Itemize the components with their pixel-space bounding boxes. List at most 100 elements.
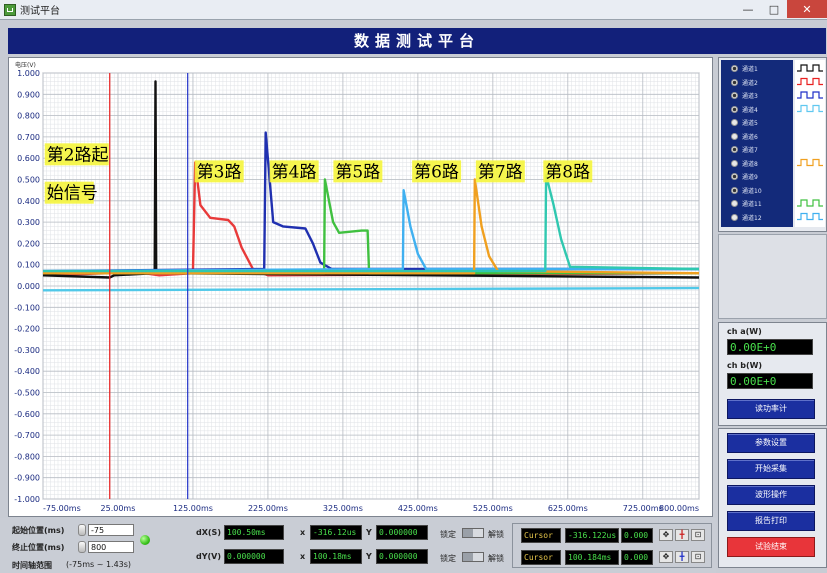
legend-item[interactable]: 通道6 [721,130,793,144]
time-range-value: (-75ms ~ 1.43s) [66,560,132,569]
ch-b-label: ch b(W) [727,361,763,370]
close-button[interactable]: ✕ [787,0,827,18]
report-print-button[interactable]: 报告打印 [727,511,815,531]
start-position-stepper[interactable] [78,524,86,536]
x2-display: 100.18ms [310,549,362,564]
y-tick-label: -0.100 [14,303,40,312]
minimize-button[interactable]: — [735,0,761,18]
channel-radio[interactable] [731,146,738,154]
waveform-ops-button[interactable]: 波形操作 [727,485,815,505]
y-tick-label: 0.400 [17,197,40,206]
lock-toggle-2[interactable] [462,552,484,562]
legend-label: 通道11 [742,201,762,209]
legend-wave-swatch [797,212,823,221]
x2-label: x [300,552,306,561]
channel-radio[interactable] [731,78,738,86]
power-meter-panel: ch a(W) 0.00E+0 ch b(W) 0.00E+0 读功率计 [718,322,827,426]
unlock-label-2: 解锁 [488,554,504,563]
legend-item[interactable]: 通道12 [721,211,793,225]
bottom-control-panel: 起始位置(ms) -75 终止位置(ms) 800 时间轴范围 (-75ms ~… [0,518,716,573]
legend-label: 通道4 [742,106,758,114]
legend-label: 通道10 [742,187,762,195]
lock-label-1: 锁定 [440,530,456,539]
channel-radio[interactable] [731,213,738,221]
chart-grid-major [42,72,700,500]
y-tick-label: -0.300 [14,346,40,355]
page-title: 数据测试平台 [8,28,826,54]
y-tick-label: 0.900 [17,90,40,99]
y-tick-label: 0.000 [17,282,40,291]
y-tick-label: -0.400 [14,367,40,376]
channel-radio[interactable] [731,132,738,140]
cursor-1-lock-icon[interactable]: ⊡ [691,529,705,541]
legend-label: 通道9 [742,174,758,182]
start-acquisition-button[interactable]: 开始采集 [727,459,815,479]
channel-radio[interactable] [731,200,738,208]
x-tick-label: -75.00ms [43,504,81,513]
cursor-legend: Cursor -316.122us 0.000 ✥ ╋ ⊡ Cursor 100… [512,523,712,568]
ch-b-display: 0.00E+0 [727,373,813,389]
lock-toggle-1[interactable] [462,528,484,538]
y-tick-label: 1.000 [17,69,40,78]
dy-display: 0.000000 [224,549,284,564]
chart-y-ticks: 1.000 0.900 0.800 0.700 0.600 0.500 0.400 0.300… [14,69,40,504]
annotation-label: 第8路 [545,162,590,182]
legend-label: 通道12 [742,214,762,222]
channel-radio[interactable] [731,186,738,194]
legend-item[interactable]: 通道4 [721,103,793,117]
legend-item[interactable]: 通道7 [721,143,793,157]
dy-label: dY(V) [196,552,222,561]
legend-item[interactable]: 通道1 [721,62,793,76]
x1-label: x [300,528,306,537]
legend-label: 通道3 [742,93,758,101]
channel-radio[interactable] [731,173,738,181]
maximize-button[interactable]: □ [761,0,787,18]
legend-label: 通道1 [742,66,758,74]
legend-wave-swatch [797,104,823,113]
waveform-chart-panel[interactable]: 1.000 0.900 0.800 0.700 0.600 0.500 0.400 0.300… [8,57,713,517]
y-tick-label: -0.600 [14,410,40,419]
cursor-1-move-icon[interactable]: ✥ [659,529,673,541]
channel-radio[interactable] [731,105,738,113]
read-power-meter-button[interactable]: 读功率计 [727,399,815,419]
legend-item[interactable]: 通道3 [721,89,793,103]
channel-radio[interactable] [731,119,738,127]
x-tick-label: 325.00ms [323,504,363,513]
params-button[interactable]: 参数设置 [727,433,815,453]
legend-item[interactable]: 通道8 [721,157,793,171]
annotation-label: 第2路起 [47,145,109,165]
end-position-stepper[interactable] [78,541,86,553]
legend-label: 通道8 [742,160,758,168]
ch-a-display: 0.00E+0 [727,339,813,355]
cursor-2-crosshair-icon[interactable]: ╋ [675,551,689,563]
channel-radio[interactable] [731,159,738,167]
end-position-input[interactable]: 800 [88,541,134,553]
start-position-input[interactable]: -75 [88,524,134,536]
y-tick-label: -0.700 [14,431,40,440]
unlock-label-1: 解锁 [488,530,504,539]
annotation-label: 第7路 [478,162,523,182]
y1-label: Y [366,528,372,537]
waveform-chart[interactable]: 1.000 0.900 0.800 0.700 0.600 0.500 0.400 0.300… [9,58,712,516]
annotation-label: 始信号 [47,184,98,204]
annotation-label: 第6路 [414,162,459,182]
legend-item[interactable]: 通道11 [721,197,793,211]
legend-item[interactable]: 通道2 [721,76,793,90]
channel-radio[interactable] [731,92,738,100]
legend-item[interactable]: 通道9 [721,170,793,184]
end-test-button[interactable]: 试验结束 [727,537,815,557]
y-tick-label: -0.900 [14,474,40,483]
cursor-1-crosshair-icon[interactable]: ╋ [675,529,689,541]
legend-item[interactable]: 通道5 [721,116,793,130]
y2-label: Y [366,552,372,561]
channel-radio[interactable] [731,65,738,73]
legend-item[interactable]: 通道10 [721,184,793,198]
cursor-2-name[interactable]: Cursor [521,550,561,565]
time-range-label: 时间轴范围 [12,561,52,570]
legend-label: 通道7 [742,147,758,155]
cursor-1-name[interactable]: Cursor [521,528,561,543]
cursor-2-lock-icon[interactable]: ⊡ [691,551,705,563]
window-titlebar: 测试平台 — □ ✕ [0,0,827,20]
cursor-2-move-icon[interactable]: ✥ [659,551,673,563]
dx-label: dX(S) [196,528,221,537]
